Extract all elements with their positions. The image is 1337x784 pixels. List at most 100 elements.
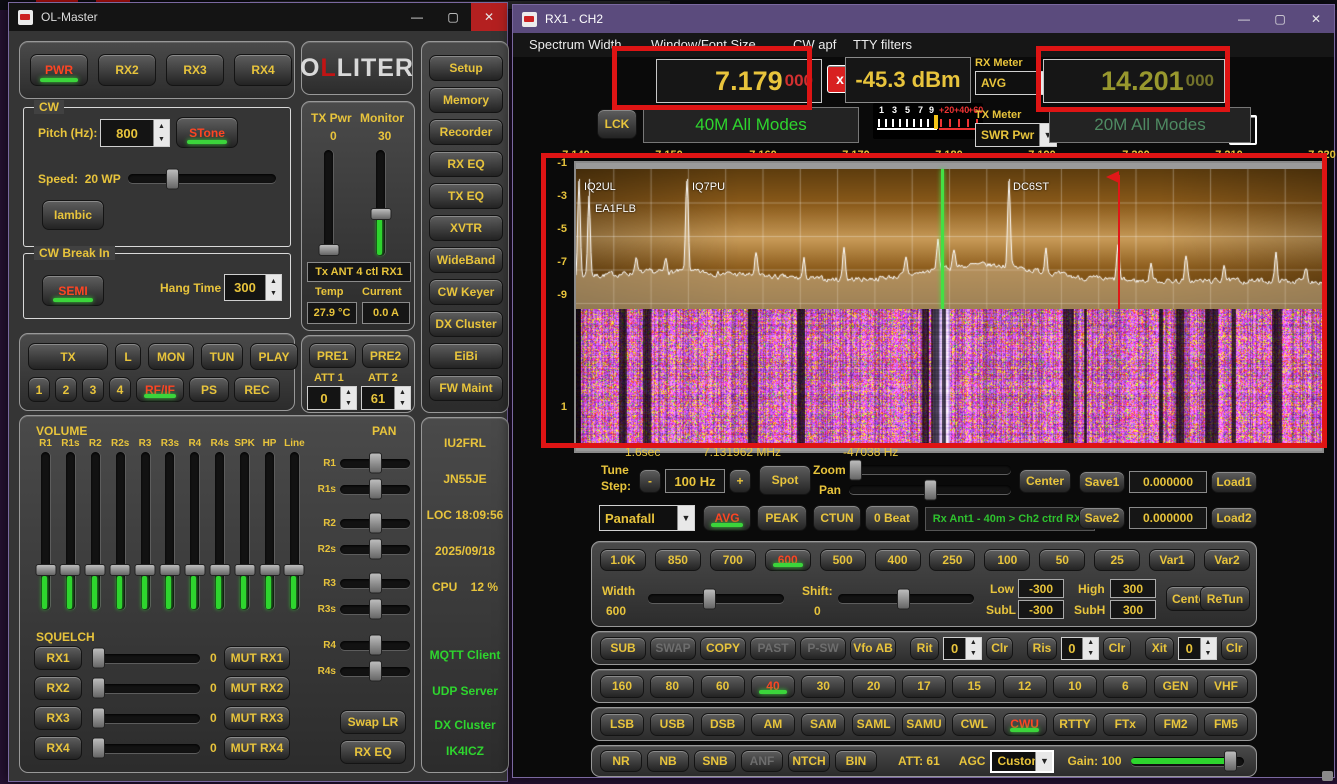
ctun-button[interactable]: CTUN [813, 505, 861, 531]
rx-select-button[interactable]: PS [189, 377, 229, 402]
tray-icon[interactable] [1322, 771, 1333, 781]
tx-meter-combo[interactable]: SWR Pwr▼ [975, 123, 1057, 147]
pan-slider[interactable] [340, 579, 410, 588]
dsp-button[interactable]: SNB [694, 750, 736, 772]
squelch-slider[interactable] [92, 714, 200, 723]
semi-button[interactable]: SEMI [42, 275, 104, 306]
spin-down-icon[interactable]: ▼ [266, 288, 281, 301]
side-button[interactable]: RX EQ [429, 151, 503, 177]
service-status-text[interactable]: MQTT Client [422, 648, 508, 662]
tx-row-button[interactable]: MON [148, 343, 194, 370]
filter-width-button[interactable]: 250 [929, 549, 975, 571]
squelch-rx-button[interactable]: RX2 [34, 676, 82, 700]
minimize-button[interactable]: — [399, 3, 435, 31]
display-mode-combo[interactable]: Panafall▼ [599, 505, 695, 531]
mode-button[interactable]: SAMU [902, 713, 946, 736]
spot-button[interactable]: Spot [759, 465, 811, 495]
rx1-titlebar[interactable]: RX1 - CH2 — ▢ ✕ [513, 5, 1334, 33]
mute-button[interactable]: MUT RX2 [224, 676, 290, 700]
xit-clear-button[interactable]: Clr [1221, 637, 1249, 660]
subh-value-display[interactable]: 300 [1110, 600, 1156, 619]
volume-slider[interactable] [190, 452, 199, 610]
rit-spinner[interactable]: 0▲▼ [943, 637, 981, 660]
maximize-button[interactable]: ▢ [1262, 5, 1298, 33]
volume-slider[interactable] [165, 452, 174, 610]
mode-button[interactable]: DSB [701, 713, 745, 736]
spectrum-display[interactable]: IQ2ULEA1FLBIQ7PUDC6ST [576, 169, 1322, 309]
pan-slider[interactable] [340, 641, 410, 650]
volume-slider[interactable] [290, 452, 299, 610]
vfo-b-display[interactable]: 14.201000 [1043, 59, 1225, 103]
monitor-slider[interactable] [376, 150, 385, 256]
tune-step-plus-button[interactable]: + [729, 469, 751, 493]
band-button[interactable]: 30 [801, 675, 845, 698]
sub-rx-marker[interactable] [1118, 175, 1120, 309]
pan-slider[interactable] [340, 545, 410, 554]
band-button[interactable]: 10 [1053, 675, 1097, 698]
rx-select-button[interactable]: 2 [55, 377, 77, 402]
waterfall-display[interactable] [576, 309, 1322, 449]
pan-slider[interactable] [849, 485, 1011, 494]
mode-button[interactable]: SAML [852, 713, 896, 736]
mute-button[interactable]: MUT RX3 [224, 706, 290, 730]
volume-slider[interactable] [66, 452, 75, 610]
att1-spinner[interactable]: 0▲▼ [307, 386, 357, 410]
filter-width-button[interactable]: 100 [984, 549, 1030, 571]
swap-lr-button[interactable]: Swap LR [340, 710, 406, 734]
ol-master-titlebar[interactable]: OL-Master — ▢ ✕ [9, 3, 507, 31]
peak-button[interactable]: PEAK [757, 505, 807, 531]
filter-width-button[interactable]: 1.0K [600, 549, 646, 571]
spin-up-icon[interactable]: ▲ [341, 387, 356, 398]
xit-spinner[interactable]: 0▲▼ [1178, 637, 1216, 660]
menu-item[interactable]: CW apf [793, 37, 836, 52]
volume-slider[interactable] [41, 452, 50, 610]
power-row-button[interactable]: RX3 [166, 54, 224, 86]
rx-select-button[interactable]: 4 [109, 377, 131, 402]
pan-slider[interactable] [340, 605, 410, 614]
side-button[interactable]: Recorder [429, 119, 503, 145]
tx-row-button[interactable]: L [115, 343, 141, 370]
rx-select-button[interactable]: 3 [82, 377, 104, 402]
tuning-cursor[interactable] [941, 169, 944, 309]
avg-button[interactable]: AVG [703, 505, 751, 531]
mode-button[interactable]: CWL [952, 713, 996, 736]
side-button[interactable]: Setup [429, 55, 503, 81]
volume-slider[interactable] [116, 452, 125, 610]
zero-beat-button[interactable]: 0 Beat [865, 505, 919, 531]
band-button[interactable]: 6 [1103, 675, 1147, 698]
iambic-button[interactable]: Iambic [42, 200, 104, 230]
dx-spot-label[interactable]: IQ7PU [692, 181, 725, 193]
dsp-button[interactable]: NR [600, 750, 642, 772]
tx-row-button[interactable]: PLAY [250, 343, 298, 370]
squelch-rx-button[interactable]: RX3 [34, 706, 82, 730]
vfo-op-button[interactable]: Vfo AB [850, 637, 896, 660]
filter-width-button[interactable]: 700 [710, 549, 756, 571]
tune-step-minus-button[interactable]: - [639, 469, 661, 493]
band-button[interactable]: 20 [852, 675, 896, 698]
mode-button[interactable]: AM [751, 713, 795, 736]
vfo-a-display[interactable]: 7.179000 [656, 59, 822, 103]
vfo-op-button[interactable]: SUB [600, 637, 646, 660]
volume-slider[interactable] [141, 452, 150, 610]
spin-down-icon[interactable]: ▼ [154, 133, 169, 146]
vfo-op-button[interactable]: PAST [750, 637, 796, 660]
filter-width-button[interactable]: 850 [655, 549, 701, 571]
spin-down-icon[interactable]: ▼ [395, 398, 410, 409]
side-button[interactable]: EiBi [429, 343, 503, 369]
spectrum-bottom-bar[interactable] [576, 445, 1322, 451]
width-slider[interactable] [648, 594, 784, 603]
stone-button[interactable]: STone [176, 117, 238, 148]
filter-width-button[interactable]: 50 [1039, 549, 1085, 571]
menu-item[interactable]: TTY filters [853, 37, 912, 52]
mode-button[interactable]: CWU [1003, 713, 1047, 736]
subl-value-display[interactable]: -300 [1018, 600, 1064, 619]
dsp-button[interactable]: ANF [741, 750, 783, 772]
shift-slider[interactable] [838, 594, 974, 603]
chevron-down-icon[interactable]: ▼ [1035, 752, 1052, 771]
rx-eq-button[interactable]: RX EQ [340, 740, 406, 764]
save1-button[interactable]: Save1 [1079, 471, 1125, 493]
close-button[interactable]: ✕ [1298, 5, 1334, 33]
tx-row-button[interactable]: TX [28, 343, 108, 370]
att2-spinner[interactable]: 61▲▼ [361, 386, 411, 410]
ris-clear-button[interactable]: Clr [1103, 637, 1131, 660]
